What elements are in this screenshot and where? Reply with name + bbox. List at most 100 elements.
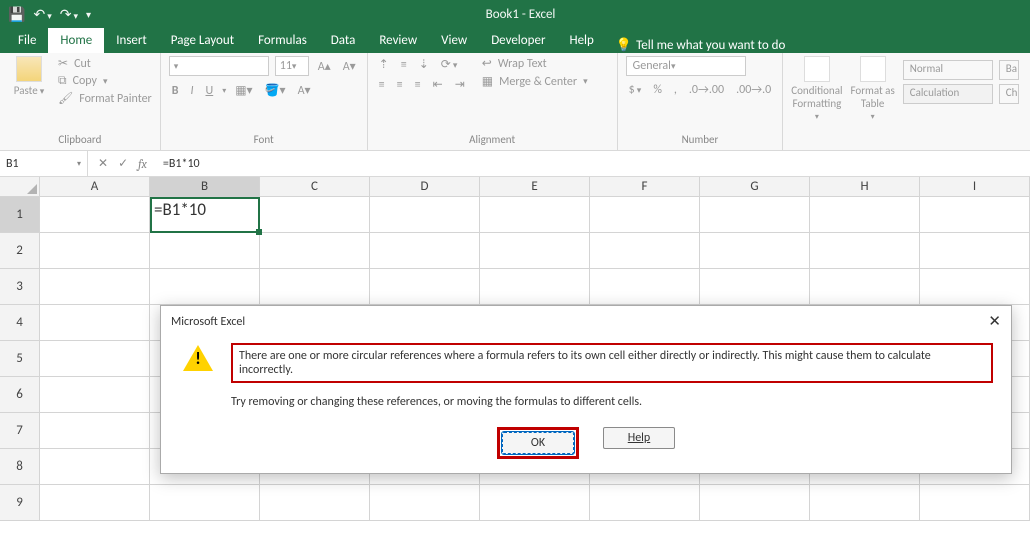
- cell[interactable]: [810, 269, 920, 305]
- tell-me-search[interactable]: 💡 Tell me what you want to do: [616, 38, 786, 53]
- copy-button[interactable]: ⧉ Copy: [58, 74, 152, 88]
- percent-format-icon[interactable]: %: [650, 82, 665, 98]
- cell[interactable]: [40, 233, 150, 269]
- wrap-text-button[interactable]: ↩ Wrap Text: [482, 56, 588, 71]
- cell[interactable]: [260, 233, 370, 269]
- italic-button[interactable]: I: [187, 83, 196, 99]
- tab-developer[interactable]: Developer: [479, 28, 557, 53]
- row-header[interactable]: 8: [0, 449, 40, 485]
- decrease-indent-icon[interactable]: ⇤: [430, 76, 446, 93]
- cell[interactable]: [480, 269, 590, 305]
- style-calculation[interactable]: Calculation: [903, 84, 993, 104]
- font-color-button[interactable]: A▾: [295, 82, 314, 99]
- increase-indent-icon[interactable]: ⇥: [452, 76, 468, 93]
- style-check[interactable]: Ch: [999, 84, 1019, 104]
- tab-help[interactable]: Help: [557, 28, 605, 53]
- cell[interactable]: [150, 485, 260, 521]
- col-header[interactable]: A: [40, 177, 150, 196]
- merge-center-button[interactable]: ▦ Merge & Center: [482, 74, 588, 89]
- cell[interactable]: [590, 485, 700, 521]
- paste-button[interactable]: Paste: [8, 56, 50, 97]
- font-size-combo[interactable]: 11: [275, 56, 309, 76]
- bold-button[interactable]: B: [169, 83, 182, 99]
- cell[interactable]: [40, 197, 150, 233]
- col-header[interactable]: H: [810, 177, 920, 196]
- decrease-decimal-icon[interactable]: .00→.0: [733, 82, 774, 98]
- save-icon[interactable]: 💾: [8, 6, 25, 23]
- cell[interactable]: [480, 233, 590, 269]
- cell[interactable]: [810, 233, 920, 269]
- tab-review[interactable]: Review: [367, 28, 429, 53]
- cell[interactable]: [480, 485, 590, 521]
- tab-home[interactable]: Home: [48, 28, 104, 53]
- align-left-icon[interactable]: ≡: [376, 77, 388, 93]
- cell[interactable]: [370, 269, 480, 305]
- decrease-font-icon[interactable]: A▾: [340, 58, 359, 75]
- row-header[interactable]: 2: [0, 233, 40, 269]
- col-header[interactable]: B: [150, 177, 260, 196]
- accounting-format-icon[interactable]: $: [626, 82, 645, 98]
- undo-icon[interactable]: ↶: [33, 6, 51, 23]
- row-header[interactable]: 6: [0, 377, 40, 413]
- close-icon[interactable]: ✕: [988, 312, 1001, 331]
- cell[interactable]: [700, 197, 810, 233]
- redo-icon[interactable]: ↷: [60, 6, 78, 23]
- cell[interactable]: [810, 485, 920, 521]
- row-header[interactable]: 7: [0, 413, 40, 449]
- number-format-combo[interactable]: General: [626, 56, 746, 76]
- border-button[interactable]: ▦▾: [232, 82, 255, 99]
- cell-B1[interactable]: =B1*10: [150, 197, 260, 233]
- col-header[interactable]: E: [480, 177, 590, 196]
- cell[interactable]: [920, 233, 1030, 269]
- fill-color-button[interactable]: 🪣▾: [262, 82, 289, 99]
- cell[interactable]: [700, 269, 810, 305]
- cell[interactable]: [40, 413, 150, 449]
- enter-icon[interactable]: ✓: [118, 156, 128, 171]
- align-top-icon[interactable]: ⇡: [376, 56, 392, 73]
- orientation-icon[interactable]: ⟳: [438, 56, 461, 73]
- row-header[interactable]: 9: [0, 485, 40, 521]
- row-header[interactable]: 1: [0, 197, 40, 233]
- increase-decimal-icon[interactable]: .0→.00: [686, 82, 727, 98]
- cell[interactable]: [260, 269, 370, 305]
- cell[interactable]: [40, 449, 150, 485]
- select-all-corner[interactable]: [0, 177, 40, 196]
- cut-button[interactable]: ✂ Cut: [58, 56, 152, 71]
- cell[interactable]: [920, 269, 1030, 305]
- name-box[interactable]: B1: [0, 151, 88, 176]
- cell[interactable]: [480, 197, 590, 233]
- align-middle-icon[interactable]: ≡: [398, 57, 410, 73]
- tab-data[interactable]: Data: [319, 28, 368, 53]
- ok-button[interactable]: OK: [502, 432, 574, 454]
- cell[interactable]: [590, 233, 700, 269]
- align-bottom-icon[interactable]: ⇣: [416, 56, 432, 73]
- comma-format-icon[interactable]: ,: [671, 82, 680, 98]
- col-header[interactable]: C: [260, 177, 370, 196]
- help-button[interactable]: Help: [603, 427, 675, 449]
- cell[interactable]: [40, 305, 150, 341]
- cell[interactable]: [40, 341, 150, 377]
- cell[interactable]: [40, 377, 150, 413]
- format-as-table-button[interactable]: Format as Table▾: [851, 56, 895, 122]
- cell[interactable]: [590, 197, 700, 233]
- cell[interactable]: [370, 197, 480, 233]
- align-right-icon[interactable]: ≡: [412, 77, 424, 93]
- increase-font-icon[interactable]: A▴: [315, 58, 334, 75]
- underline-button[interactable]: U: [203, 83, 217, 99]
- align-center-icon[interactable]: ≡: [394, 77, 406, 93]
- col-header[interactable]: G: [700, 177, 810, 196]
- cell[interactable]: [370, 233, 480, 269]
- fx-icon[interactable]: fx: [138, 157, 147, 171]
- style-bad[interactable]: Ba: [999, 60, 1019, 80]
- cell[interactable]: [260, 197, 370, 233]
- col-header[interactable]: F: [590, 177, 700, 196]
- tab-formulas[interactable]: Formulas: [246, 28, 319, 53]
- cell[interactable]: [150, 233, 260, 269]
- tab-view[interactable]: View: [429, 28, 479, 53]
- cell[interactable]: [810, 197, 920, 233]
- style-normal[interactable]: Normal: [903, 60, 993, 80]
- row-header[interactable]: 3: [0, 269, 40, 305]
- col-header[interactable]: I: [920, 177, 1030, 196]
- col-header[interactable]: D: [370, 177, 480, 196]
- tab-insert[interactable]: Insert: [104, 28, 159, 53]
